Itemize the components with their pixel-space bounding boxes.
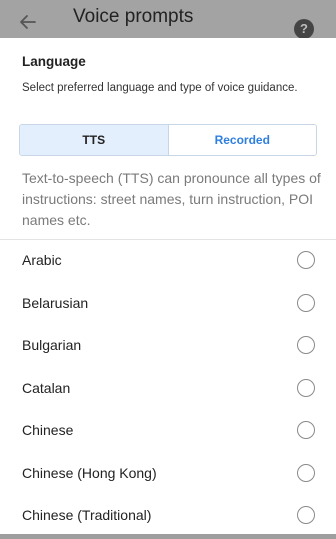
language-row-chinese-traditional[interactable]: Chinese (Traditional) — [0, 496, 336, 539]
tab-recorded[interactable]: Recorded — [168, 125, 316, 155]
language-label: Belarusian — [22, 294, 89, 311]
radio-button[interactable] — [297, 463, 315, 482]
language-subtext: Select preferred language and type of vo… — [22, 82, 298, 94]
radio-button[interactable] — [297, 336, 315, 354]
language-label: Catalan — [22, 379, 71, 396]
radio-button[interactable] — [297, 506, 315, 524]
language-label: Arabic — [22, 252, 62, 268]
language-label: Chinese (Traditional) — [22, 507, 152, 523]
radio-button[interactable] — [297, 421, 315, 439]
language-row-belarusian[interactable]: Belarusian — [0, 284, 336, 327]
voice-type-toggle: TTS Recorded — [19, 124, 317, 156]
language-heading: Language — [22, 54, 86, 69]
radio-button[interactable] — [297, 378, 315, 397]
arrow-left-icon[interactable] — [18, 12, 38, 32]
language-row-chinese[interactable]: Chinese — [0, 411, 336, 454]
language-row-bulgarian[interactable]: Bulgarian — [0, 326, 336, 369]
tab-tts[interactable]: TTS — [20, 125, 169, 155]
language-label: Bulgarian — [22, 337, 82, 353]
svg-text:?: ? — [300, 21, 308, 36]
divider — [0, 239, 336, 240]
language-row-arabic[interactable]: Arabic — [0, 241, 336, 284]
radio-button[interactable] — [297, 293, 315, 312]
app-bar: Voice prompts ? — [0, 0, 336, 40]
help-circle-icon[interactable]: ? — [293, 18, 315, 40]
tts-description: Text-to-speech (TTS) can pronounce all t… — [22, 170, 321, 228]
radio-button[interactable] — [297, 251, 315, 269]
page-title: Voice prompts — [73, 6, 194, 27]
voice-prompts-sheet: Language Select preferred language and t… — [0, 38, 336, 534]
language-list: Arabic Belarusian Bulgarian Catalan Chin… — [0, 241, 336, 539]
language-row-chinese-hong-kong[interactable]: Chinese (Hong Kong) — [0, 454, 336, 497]
language-label: Chinese (Hong Kong) — [22, 464, 157, 481]
language-label: Chinese — [22, 422, 74, 438]
language-row-catalan[interactable]: Catalan — [0, 369, 336, 412]
